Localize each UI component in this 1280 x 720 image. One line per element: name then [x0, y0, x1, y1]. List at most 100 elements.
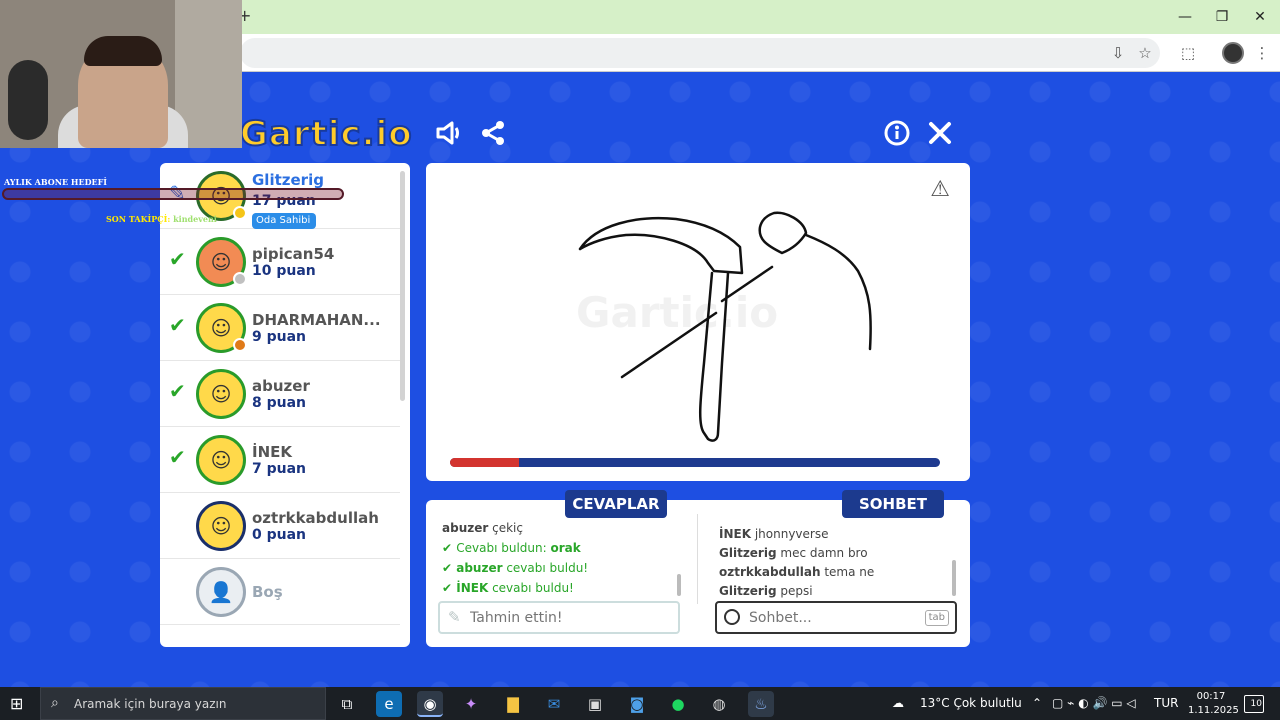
player-row[interactable]: ✔ ☺ abuzer 8 puan [160, 361, 400, 427]
task-view-icon[interactable]: ⧉ [334, 691, 360, 717]
search-icon: ⌕ [51, 695, 59, 711]
guessed-check-icon: ✔ [169, 247, 186, 271]
subscriber-goal-label: AYLIK ABONE HEDEFİ [4, 177, 108, 187]
player-points: 0 puan [252, 527, 307, 543]
info-icon[interactable] [882, 118, 912, 148]
pencil-icon: ✎ [448, 608, 461, 626]
guess-input-box[interactable]: ✎ [438, 601, 680, 634]
restore-icon[interactable]: ❐ [1207, 6, 1237, 28]
windows-start-icon[interactable]: ⊞ [10, 695, 28, 713]
player-row[interactable]: ✔ ☺ DHARMAHAN... 9 puan [160, 295, 400, 361]
player-name: abuzer [252, 377, 310, 395]
clock[interactable]: 00:17 1.11.2025 [1188, 690, 1239, 718]
chat-input-box[interactable]: tab [715, 601, 957, 634]
gartic-logo[interactable]: Gartic.io [239, 113, 413, 155]
outlook-icon[interactable]: ✉ [541, 691, 567, 717]
tray-icons[interactable]: ▢ ⌁ ◐ 🔊 ▭ ◁ [1052, 696, 1136, 710]
panel-divider [697, 514, 698, 604]
weather-text[interactable]: 13°C Çok bulutlu [920, 696, 1022, 710]
player-avatar: 👤 [196, 567, 246, 617]
player-list[interactable]: ✎ ☺ Glitzerig 17 puan Oda Sahibi ✔ ☺ pipican54 1… [160, 163, 410, 647]
chat-message: İNEK jhonnyverse [719, 527, 829, 541]
avatar-face-icon: ☺ [210, 514, 232, 538]
weather-icon[interactable]: ☁ [892, 696, 904, 710]
player-name: oztrkkabdullah [252, 509, 379, 527]
webcam-overlay [0, 0, 242, 148]
chrome-icon[interactable]: ◉ [417, 691, 443, 717]
subscriber-goal-bar [2, 188, 344, 200]
player-name: Glitzerig [252, 171, 324, 189]
address-bar[interactable] [240, 38, 1160, 68]
player-name: pipican54 [252, 245, 335, 263]
copilot-icon[interactable]: ✦ [458, 691, 484, 717]
extensions-icon[interactable]: ⬚ [1178, 43, 1198, 63]
file-explorer-icon[interactable]: ▇ [500, 691, 526, 717]
player-name: Boş [252, 583, 283, 601]
install-app-icon[interactable]: ⇩ [1108, 43, 1128, 63]
player-name: DHARMAHAN... [252, 311, 381, 329]
sound-icon[interactable] [433, 118, 463, 148]
room-owner-badge: Oda Sahibi [252, 213, 317, 229]
windows-taskbar: ⊞ ⌕ Aramak için buraya yazın ⧉ e ◉ ✦ ▇ ✉… [0, 687, 1280, 720]
tray-chevron-icon[interactable]: ⌃ [1032, 696, 1042, 710]
answers-scrollbar[interactable] [677, 574, 681, 596]
last-follower-label: SON TAKİPÇİ: kindeveni [106, 214, 217, 224]
player-points: 10 puan [252, 263, 316, 279]
player-name: İNEK [252, 443, 293, 461]
profile-avatar[interactable] [1222, 42, 1244, 64]
chat-message: Glitzerig mec damn bro [719, 546, 868, 560]
chat-scrollbar[interactable] [952, 560, 956, 596]
answers-header: CEVAPLAR [565, 490, 667, 518]
taskbar-search[interactable]: ⌕ Aramak için buraya yazın [40, 687, 326, 720]
microphone [8, 60, 48, 140]
status-dot [233, 338, 247, 352]
spotify-icon[interactable]: ● [665, 691, 691, 717]
player-points: 7 puan [252, 461, 307, 477]
app-icon[interactable]: ◙ [624, 691, 650, 717]
menu-dots-icon[interactable]: ⋮ [1252, 43, 1272, 63]
store-icon[interactable]: ▣ [582, 691, 608, 717]
player-avatar: ☺ [196, 369, 246, 419]
avatar-face-icon: ☺ [210, 448, 232, 472]
answer-message: ✔ Cevabı buldun: orak [442, 541, 581, 555]
notification-icon[interactable]: 10 [1244, 695, 1264, 713]
player-points: 8 puan [252, 395, 307, 411]
round-timer-fill [450, 458, 519, 467]
drawing-canvas[interactable]: Gartic.io ⚠ [426, 163, 970, 481]
tab-key-hint: tab [924, 610, 949, 626]
player-row[interactable]: 👤 Boş [160, 559, 400, 625]
chat-message: oztrkkabdullah tema ne [719, 565, 875, 579]
player-avatar: ☺ [196, 435, 246, 485]
close-window-icon[interactable]: ✕ [1245, 6, 1275, 28]
avatar-face-icon: ☺ [210, 382, 232, 406]
player-row[interactable]: ✔ ☺ pipican54 10 puan [160, 229, 400, 295]
language-indicator[interactable]: TUR [1154, 696, 1178, 710]
minimize-icon[interactable]: — [1170, 6, 1200, 28]
check-icon: ✔ [442, 561, 457, 575]
player-points: 9 puan [252, 329, 307, 345]
answer-message: ✔ abuzer cevabı buldu! [442, 561, 589, 575]
guessed-check-icon: ✔ [169, 379, 186, 403]
status-dot [233, 272, 247, 286]
status-dot [233, 206, 247, 220]
round-timer-bar [450, 458, 940, 467]
answers-chat-panel: CEVAPLAR SOHBET abuzer çekiç ✔ Cevabı bul… [426, 490, 970, 647]
steam-icon[interactable]: ♨ [748, 691, 774, 717]
player-avatar: ☺ [196, 237, 247, 287]
guess-input[interactable] [470, 606, 670, 630]
check-icon: ✔ [442, 541, 457, 555]
guessed-check-icon: ✔ [169, 445, 186, 469]
close-game-icon[interactable] [925, 118, 955, 148]
chat-input[interactable] [749, 606, 919, 630]
share-icon[interactable] [478, 118, 508, 148]
player-avatar: ☺ [196, 501, 246, 551]
guessed-check-icon: ✔ [169, 313, 186, 337]
bookmark-star-icon[interactable]: ☆ [1135, 43, 1155, 63]
app-icon-2[interactable]: ◍ [706, 691, 732, 717]
player-list-scrollbar[interactable] [400, 171, 405, 401]
player-row[interactable]: ☺ oztrkkabdullah 0 puan [160, 493, 400, 559]
drawing-strokes [578, 211, 872, 442]
player-row[interactable]: ✔ ☺ İNEK 7 puan [160, 427, 400, 493]
player-avatar: ☺ [196, 303, 247, 353]
edge-icon[interactable]: e [376, 691, 402, 717]
